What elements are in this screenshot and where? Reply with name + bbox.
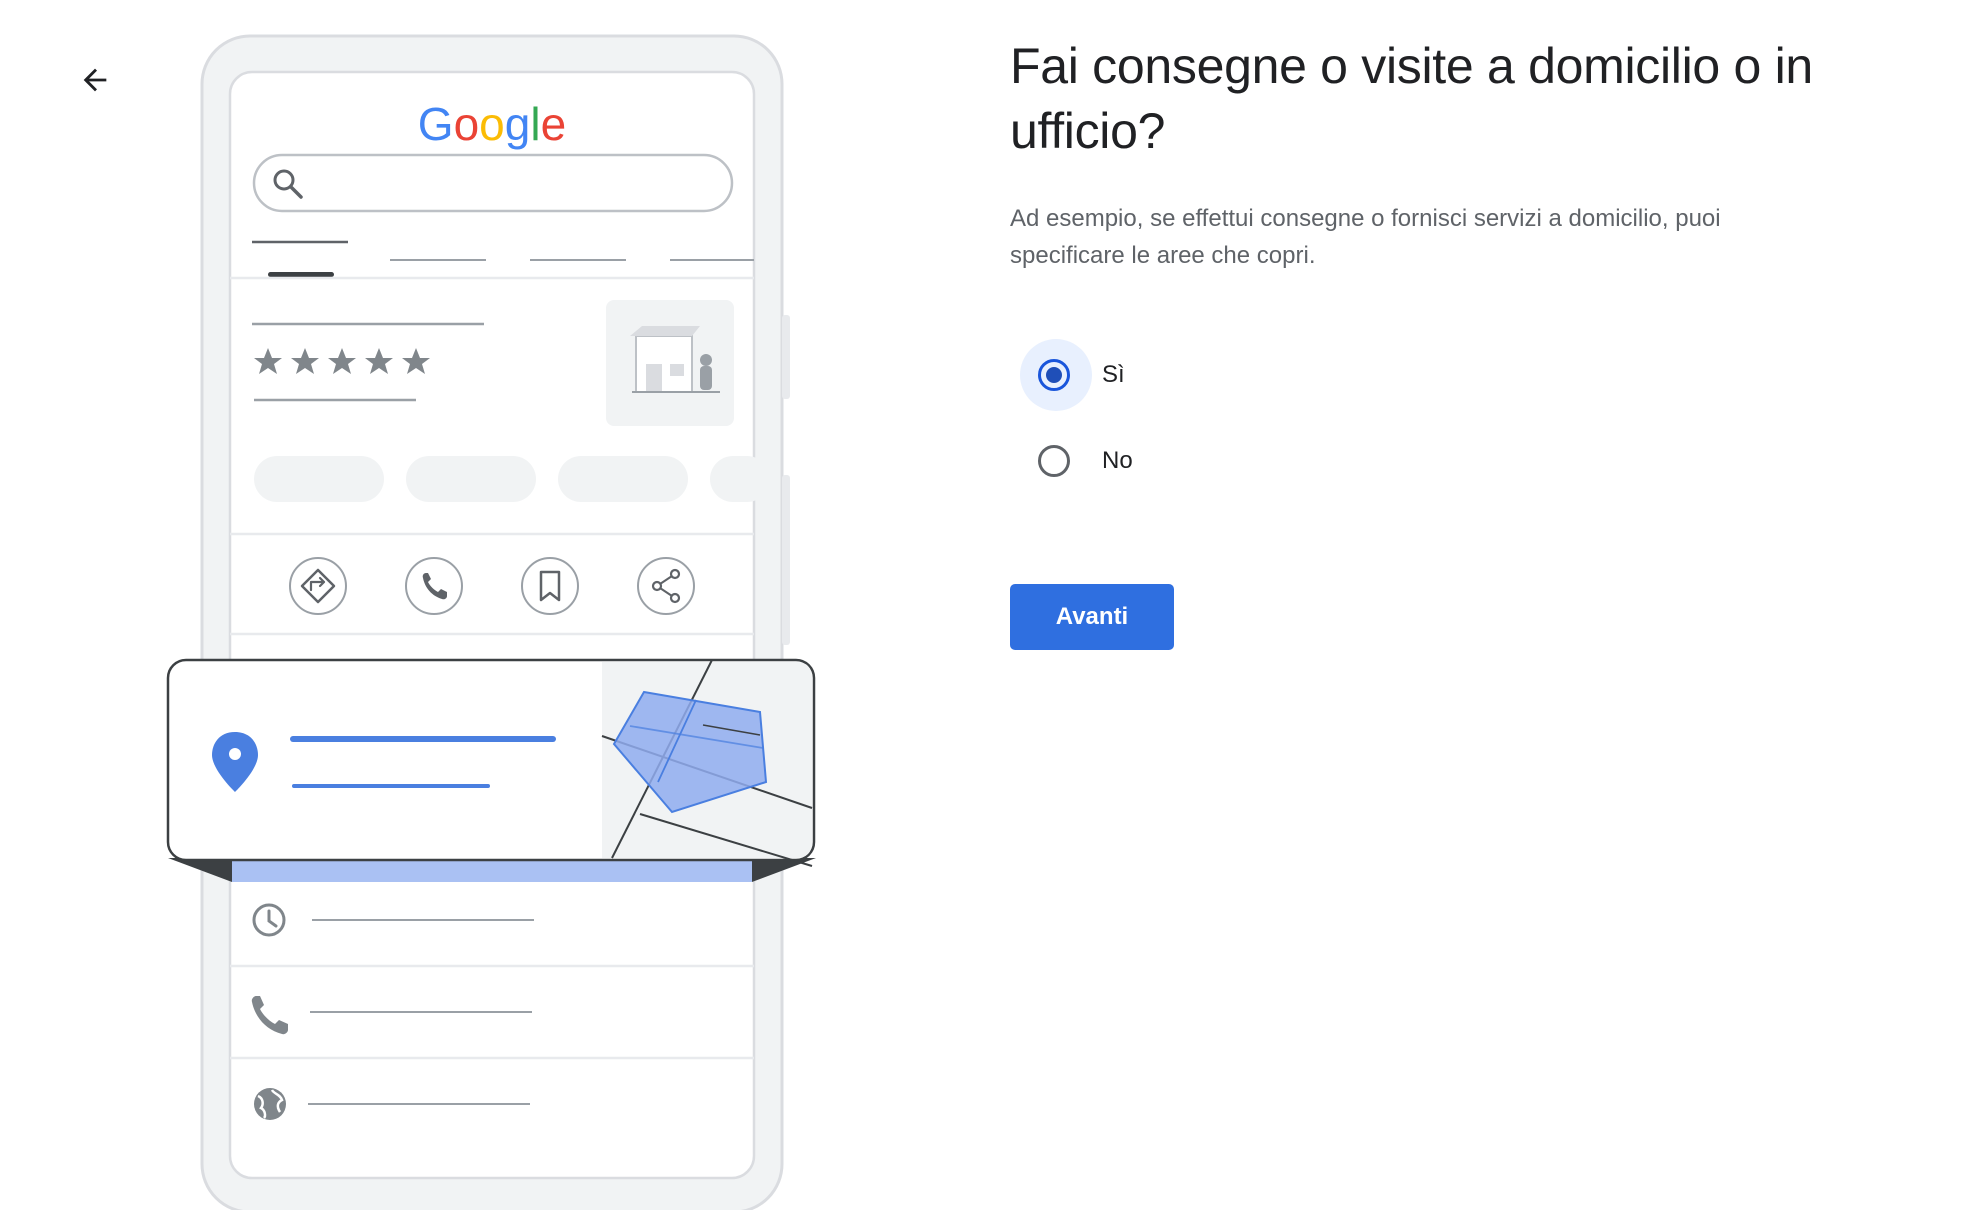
radio-option-no[interactable]: No — [1010, 418, 1830, 504]
phone-icon — [405, 557, 463, 615]
radio-option-yes[interactable]: Sì — [1010, 332, 1830, 418]
delivery-radio-group: Sì No — [1010, 332, 1830, 504]
radio-label-no: No — [1102, 447, 1133, 474]
google-logo: Google — [418, 98, 566, 150]
radio-selected-dot — [1046, 367, 1062, 383]
globe-icon — [254, 1088, 286, 1120]
search-bar — [252, 153, 734, 213]
business-profile-illustration: Google — [160, 30, 820, 1214]
directions-icon — [289, 557, 347, 615]
arrow-back-icon — [83, 68, 107, 92]
share-icon — [637, 557, 695, 615]
page-title: Fai consegne o visite a domicilio o in u… — [1010, 38, 1813, 159]
back-button[interactable] — [70, 55, 120, 105]
next-button[interactable]: Avanti — [1010, 584, 1174, 650]
radio-label-yes: Sì — [1102, 361, 1125, 388]
radio-button-no[interactable] — [1038, 445, 1070, 477]
question-description: Ad esempio, se effettui consegne o forni… — [1010, 205, 1721, 269]
storefront-icon — [606, 300, 734, 426]
question-panel: Fai consegne o visite a domicilio o in u… — [1010, 34, 1830, 650]
service-area-card — [166, 658, 816, 867]
phone-mockup: Google — [166, 34, 816, 1214]
radio-button-yes[interactable] — [1038, 359, 1070, 391]
bookmark-icon — [521, 557, 579, 615]
